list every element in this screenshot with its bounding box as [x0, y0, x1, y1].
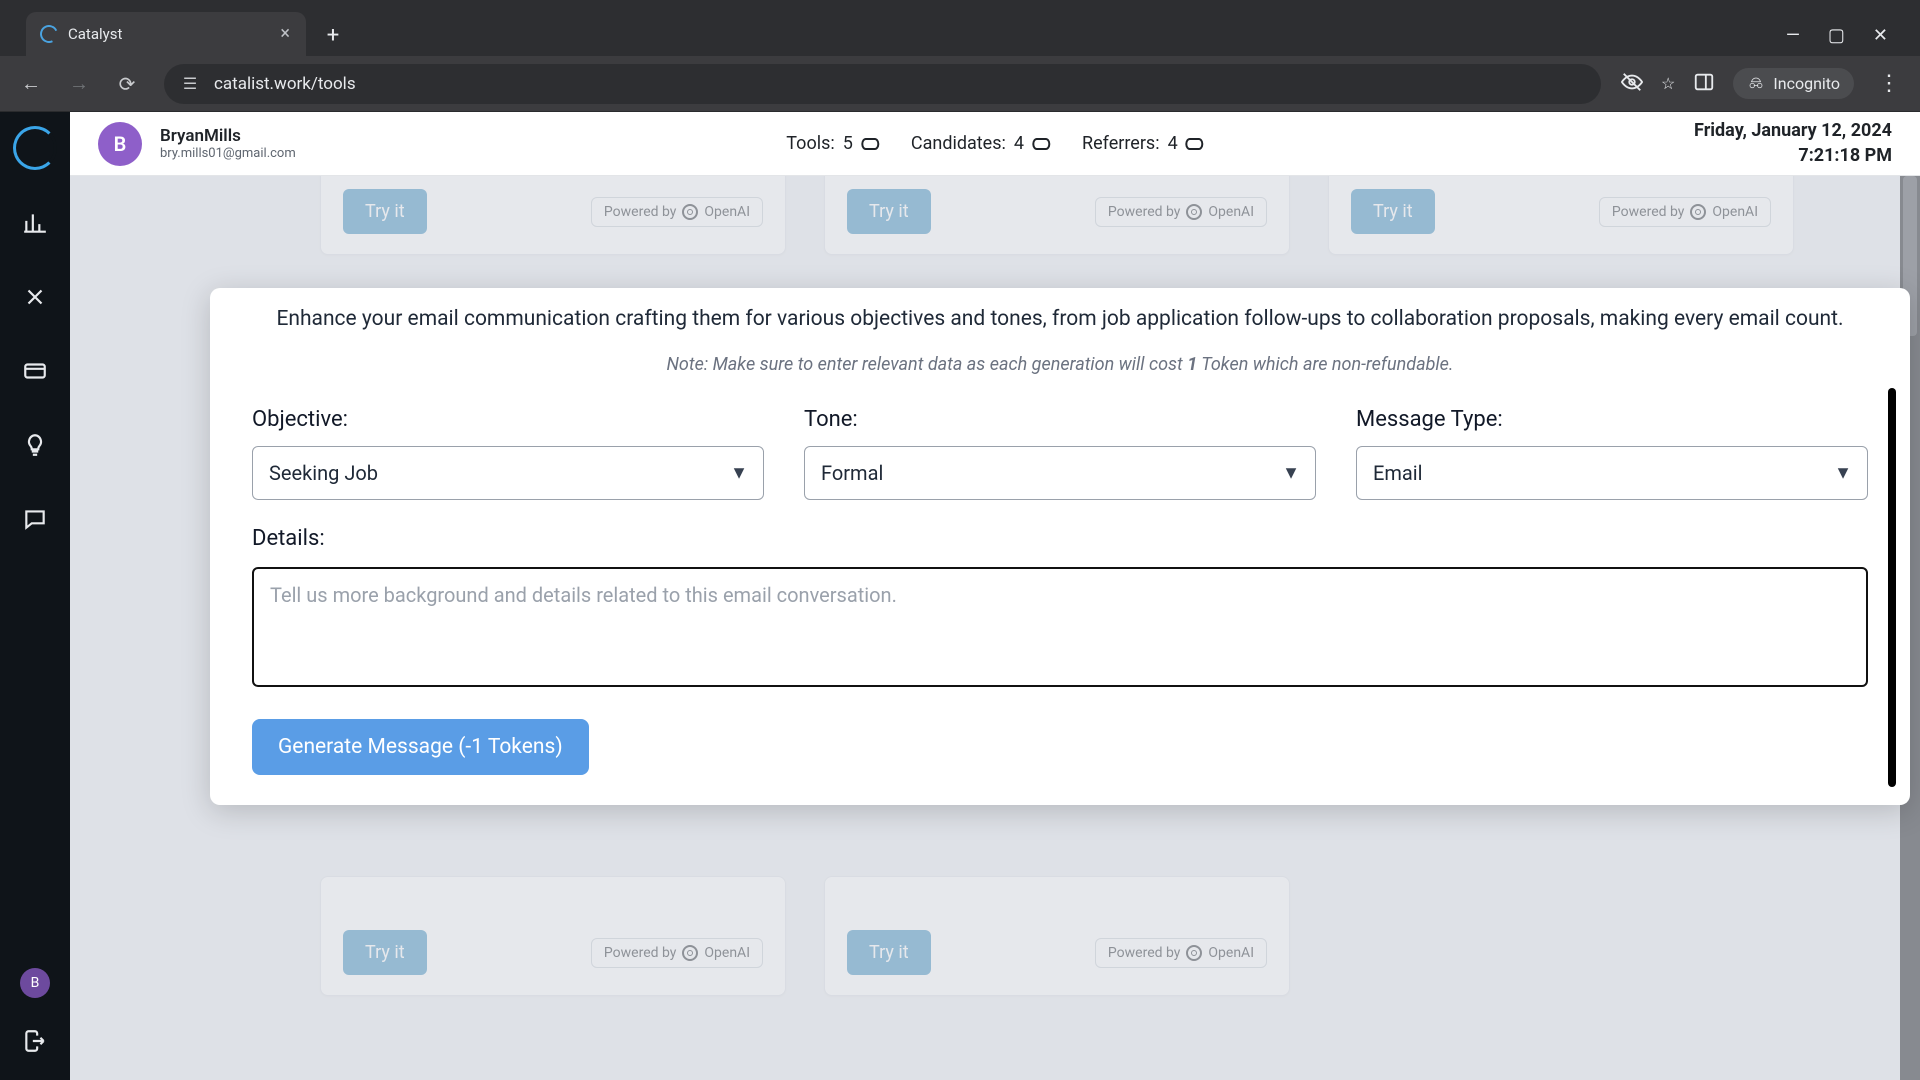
omnibox[interactable]: ☰ catalist.work/tools: [164, 64, 1601, 104]
close-window-icon[interactable]: ✕: [1873, 25, 1888, 46]
site-settings-icon[interactable]: ☰: [180, 74, 200, 94]
modal-note: Note: Make sure to enter relevant data a…: [252, 354, 1868, 375]
message-type-field: Message Type: Email ▼: [1356, 407, 1868, 500]
details-textarea[interactable]: [252, 567, 1868, 687]
stat-label: Referrers:: [1082, 133, 1160, 154]
eye-off-icon[interactable]: [1621, 71, 1643, 97]
incognito-indicator[interactable]: Incognito: [1733, 68, 1854, 99]
content-area: candidate's professional journey at a gl…: [70, 176, 1920, 1080]
url-text: catalist.work/tools: [214, 74, 356, 94]
objective-select[interactable]: Seeking Job: [252, 446, 764, 500]
maximize-icon[interactable]: ▢: [1828, 25, 1845, 46]
message-type-label: Message Type:: [1356, 407, 1868, 432]
logout-icon[interactable]: [14, 1020, 56, 1062]
tone-select[interactable]: Formal: [804, 446, 1316, 500]
window-controls: — ▢ ✕: [1786, 25, 1908, 56]
user-avatar[interactable]: B: [98, 122, 142, 166]
back-icon[interactable]: ←: [14, 67, 48, 101]
side-panel-icon[interactable]: [1693, 71, 1715, 97]
header-time: 7:21:18 PM: [1694, 144, 1892, 168]
tone-label: Tone:: [804, 407, 1316, 432]
stat-tools: Tools: 5: [786, 133, 879, 154]
generate-message-button[interactable]: Generate Message (-1 Tokens): [252, 719, 589, 775]
coin-icon: [861, 138, 879, 150]
header-date: Friday, January 12, 2024: [1694, 119, 1892, 143]
incognito-icon: [1747, 75, 1765, 93]
note-token-count: 1: [1187, 354, 1197, 375]
address-bar: ← → ⟳ ☰ catalist.work/tools ☆ Incognito …: [0, 56, 1920, 112]
coin-icon: [1186, 138, 1204, 150]
tab-strip: Catalyst × + — ▢ ✕: [0, 0, 1920, 56]
stat-referrers: Referrers: 4: [1082, 133, 1204, 154]
app-logo-icon[interactable]: [13, 126, 57, 170]
browser-window: Catalyst × + — ▢ ✕ ← → ⟳ ☰ catalist.work…: [0, 0, 1920, 1080]
minimize-icon[interactable]: —: [1786, 25, 1800, 46]
stat-label: Tools:: [786, 133, 834, 154]
details-label: Details:: [252, 526, 325, 551]
stat-candidates: Candidates: 4: [911, 133, 1050, 154]
user-email: bry.mills01@gmail.com: [160, 146, 296, 162]
avatar-initial: B: [114, 132, 127, 156]
browser-tab[interactable]: Catalyst ×: [26, 12, 306, 56]
app-main: B BryanMills bry.mills01@gmail.com Tools…: [70, 112, 1920, 1080]
chat-icon[interactable]: [14, 498, 56, 540]
app-header: B BryanMills bry.mills01@gmail.com Tools…: [70, 112, 1920, 176]
new-tab-button[interactable]: +: [316, 18, 350, 52]
reload-icon[interactable]: ⟳: [110, 67, 144, 101]
email-generator-modal: Enhance your email communication craftin…: [210, 288, 1910, 805]
sidebar-avatar[interactable]: B: [20, 968, 50, 998]
stat-label: Candidates:: [911, 133, 1006, 154]
close-icon[interactable]: ×: [280, 25, 290, 43]
header-datetime: Friday, January 12, 2024 7:21:18 PM: [1694, 119, 1892, 168]
stat-value: 5: [843, 133, 853, 154]
billing-icon[interactable]: [14, 350, 56, 392]
browser-menu-icon[interactable]: ⋮: [1872, 71, 1906, 96]
tab-title: Catalyst: [68, 25, 122, 43]
note-pre: Note: Make sure to enter relevant data a…: [666, 354, 1187, 375]
analytics-icon[interactable]: [14, 202, 56, 244]
details-field: Details:: [252, 526, 1868, 691]
modal-subtitle: Enhance your email communication craftin…: [260, 304, 1860, 336]
user-name: BryanMills: [160, 126, 296, 146]
stat-value: 4: [1168, 133, 1178, 154]
tab-favicon: [37, 22, 60, 45]
message-type-select[interactable]: Email: [1356, 446, 1868, 500]
tools-icon[interactable]: [14, 276, 56, 318]
tone-field: Tone: Formal ▼: [804, 407, 1316, 500]
bookmark-star-icon[interactable]: ☆: [1661, 74, 1675, 93]
app-sidebar: B: [0, 112, 70, 1080]
objective-field: Objective: Seeking Job ▼: [252, 407, 764, 500]
coin-icon: [1032, 138, 1050, 150]
objective-label: Objective:: [252, 407, 764, 432]
modal-scrollbar[interactable]: [1888, 388, 1896, 787]
app-root: B B BryanMills bry.mills01@gmail.com Too…: [0, 112, 1920, 1080]
stat-value: 4: [1014, 133, 1024, 154]
incognito-label: Incognito: [1773, 74, 1840, 93]
user-block: BryanMills bry.mills01@gmail.com: [160, 126, 296, 162]
note-post: Token which are non-refundable.: [1197, 354, 1453, 375]
forward-icon: →: [62, 67, 96, 101]
ideas-icon[interactable]: [14, 424, 56, 466]
header-stats: Tools: 5 Candidates: 4 Referrers: 4: [786, 133, 1203, 154]
sidebar-avatar-initial: B: [31, 975, 40, 991]
